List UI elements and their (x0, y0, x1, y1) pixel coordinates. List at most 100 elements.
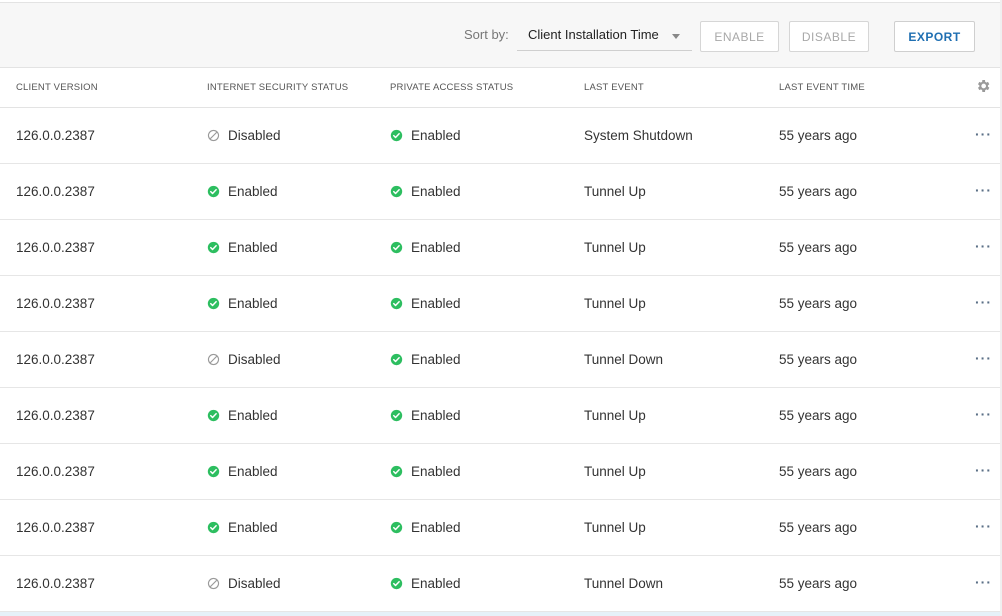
private-access-status-cell: Enabled (390, 352, 461, 367)
private-access-status-label: Enabled (411, 576, 461, 591)
gear-icon[interactable] (975, 78, 991, 94)
last-event-cell: Tunnel Up (584, 464, 646, 479)
more-horizontal-icon[interactable]: ··· (975, 238, 992, 254)
private-access-status-cell: Enabled (390, 240, 461, 255)
private-access-status-label: Enabled (411, 296, 461, 311)
table-row[interactable]: 126.0.0.2387 Enabled Enabled Tunnel Up 55 ye… (0, 500, 1000, 556)
table-row[interactable]: 126.0.0.2387 Disabled Enabled System Shutdo… (0, 108, 1000, 164)
check-circle-icon (207, 409, 220, 422)
sort-dropdown[interactable]: Client Installation Time (517, 21, 692, 51)
private-access-status-cell: Enabled (390, 576, 461, 591)
table-row[interactable]: 126.0.0.2387 Enabled Enabled Tunnel Up 55 ye… (0, 164, 1000, 220)
table-header: CLIENT VERSION INTERNET SECURITY STATUS … (0, 68, 1000, 108)
private-access-status-cell: Enabled (390, 520, 461, 535)
internet-security-status-cell: Disabled (207, 128, 281, 143)
internet-security-status-cell: Enabled (207, 464, 278, 479)
internet-security-status-label: Enabled (228, 464, 278, 479)
table-body: 126.0.0.2387 Disabled Enabled System Shutdo… (0, 108, 1000, 612)
disabled-circle-icon (207, 577, 220, 590)
more-horizontal-icon[interactable]: ··· (975, 350, 992, 366)
check-circle-icon (390, 409, 403, 422)
enable-button[interactable]: ENABLE (700, 21, 779, 52)
table-row[interactable]: 126.0.0.2387 Enabled Enabled Tunnel Up 55 ye… (0, 388, 1000, 444)
internet-security-status-cell: Enabled (207, 296, 278, 311)
internet-security-status-label: Enabled (228, 520, 278, 535)
client-version-cell: 126.0.0.2387 (16, 352, 95, 367)
table-row[interactable]: 126.0.0.2387 Enabled Enabled Tunnel Up 55 ye… (0, 220, 1000, 276)
column-header-client-version[interactable]: CLIENT VERSION (16, 82, 98, 93)
private-access-status-label: Enabled (411, 520, 461, 535)
private-access-status-cell: Enabled (390, 296, 461, 311)
table-row[interactable]: 126.0.0.2387 Enabled Enabled Tunnel Up 55 ye… (0, 276, 1000, 332)
last-event-time-cell: 55 years ago (779, 184, 858, 199)
private-access-status-cell: Enabled (390, 464, 461, 479)
last-event-cell: Tunnel Up (584, 296, 646, 311)
last-event-time-cell: 55 years ago (779, 576, 858, 591)
last-event-cell: Tunnel Up (584, 184, 646, 199)
client-version-cell: 126.0.0.2387 (16, 408, 95, 423)
table-row[interactable]: 126.0.0.2387 Disabled Enabled Tunnel Down 55… (0, 332, 1000, 388)
client-version-cell: 126.0.0.2387 (16, 296, 95, 311)
check-circle-icon (207, 185, 220, 198)
client-version-cell: 126.0.0.2387 (16, 240, 95, 255)
table-row[interactable]: 126.0.0.2387 Disabled Enabled Tunnel Down 55… (0, 556, 1000, 612)
check-circle-icon (207, 241, 220, 254)
internet-security-status-cell: Enabled (207, 408, 278, 423)
last-event-time-cell: 55 years ago (779, 520, 858, 535)
more-horizontal-icon[interactable]: ··· (975, 126, 992, 142)
last-event-cell: Tunnel Up (584, 408, 646, 423)
internet-security-status-cell: Disabled (207, 352, 281, 367)
bottom-highlight (0, 612, 1000, 616)
check-circle-icon (390, 577, 403, 590)
more-horizontal-icon[interactable]: ··· (975, 574, 992, 590)
disabled-circle-icon (207, 353, 220, 366)
last-event-cell: System Shutdown (584, 128, 693, 143)
export-button[interactable]: EXPORT (894, 21, 975, 52)
private-access-status-cell: Enabled (390, 184, 461, 199)
check-circle-icon (390, 465, 403, 478)
last-event-cell: Tunnel Down (584, 352, 664, 367)
column-header-last-event[interactable]: LAST EVENT (584, 82, 644, 93)
table-row[interactable]: 126.0.0.2387 Enabled Enabled Tunnel Up 55 ye… (0, 444, 1000, 500)
last-event-time-cell: 55 years ago (779, 128, 858, 143)
toolbar: Sort by: Client Installation Time ENABLE… (0, 2, 1000, 68)
more-horizontal-icon[interactable]: ··· (975, 182, 992, 198)
disable-button[interactable]: DISABLE (789, 21, 869, 52)
last-event-time-cell: 55 years ago (779, 240, 858, 255)
check-circle-icon (390, 241, 403, 254)
more-horizontal-icon[interactable]: ··· (975, 518, 992, 534)
more-horizontal-icon[interactable]: ··· (975, 462, 992, 478)
client-version-cell: 126.0.0.2387 (16, 464, 95, 479)
internet-security-status-cell: Enabled (207, 184, 278, 199)
last-event-time-cell: 55 years ago (779, 408, 858, 423)
last-event-cell: Tunnel Down (584, 576, 664, 591)
check-circle-icon (207, 297, 220, 310)
client-version-cell: 126.0.0.2387 (16, 184, 95, 199)
private-access-status-label: Enabled (411, 240, 461, 255)
more-horizontal-icon[interactable]: ··· (975, 294, 992, 310)
internet-security-status-label: Disabled (228, 128, 281, 143)
check-circle-icon (390, 521, 403, 534)
internet-security-status-cell: Enabled (207, 520, 278, 535)
client-version-cell: 126.0.0.2387 (16, 520, 95, 535)
internet-security-status-label: Enabled (228, 184, 278, 199)
more-horizontal-icon[interactable]: ··· (975, 406, 992, 422)
column-header-internet-security-status[interactable]: INTERNET SECURITY STATUS (207, 82, 348, 93)
client-version-cell: 126.0.0.2387 (16, 576, 95, 591)
private-access-status-label: Enabled (411, 128, 461, 143)
internet-security-status-cell: Disabled (207, 576, 281, 591)
internet-security-status-label: Enabled (228, 408, 278, 423)
sort-value: Client Installation Time (528, 27, 659, 42)
client-version-cell: 126.0.0.2387 (16, 128, 95, 143)
private-access-status-label: Enabled (411, 464, 461, 479)
sort-label: Sort by: (464, 27, 509, 42)
column-header-last-event-time[interactable]: LAST EVENT TIME (779, 82, 865, 93)
column-header-private-access-status[interactable]: PRIVATE ACCESS STATUS (390, 82, 513, 93)
internet-security-status-cell: Enabled (207, 240, 278, 255)
check-circle-icon (207, 521, 220, 534)
last-event-time-cell: 55 years ago (779, 464, 858, 479)
internet-security-status-label: Enabled (228, 296, 278, 311)
check-circle-icon (390, 353, 403, 366)
check-circle-icon (207, 465, 220, 478)
check-circle-icon (390, 185, 403, 198)
